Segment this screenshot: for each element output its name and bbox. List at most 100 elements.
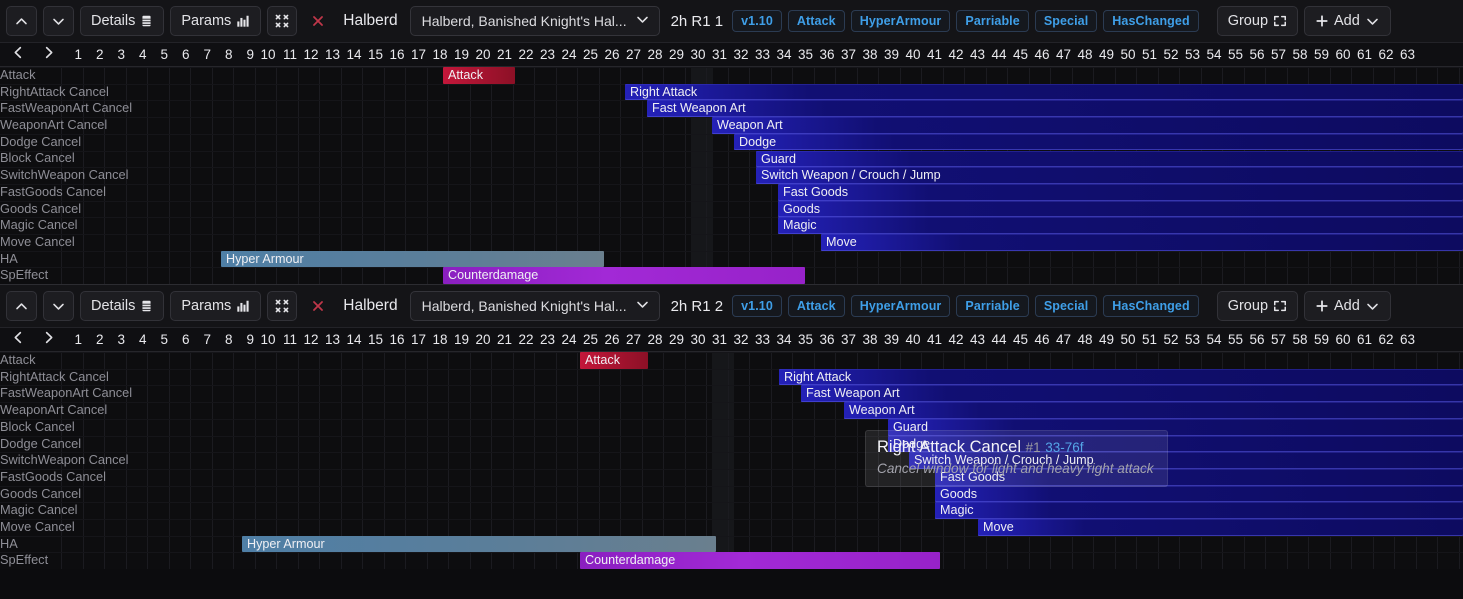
timeline-bar[interactable]: Move [978,519,1463,536]
ruler-tick: 8 [224,331,233,347]
next-frame-button[interactable] [38,44,58,66]
ruler-tick: 30 [690,331,706,347]
plus-icon [1315,299,1329,313]
timeline-bar[interactable]: Right Attack [625,83,1463,101]
timeline-bar[interactable]: Counterdamage [443,267,805,285]
ruler-tick: 14 [346,331,362,347]
params-button[interactable]: Params [170,291,262,322]
tag-chip[interactable]: Parriable [956,10,1029,32]
ruler-tick: 26 [604,331,620,347]
timeline-bar[interactable]: Weapon Art [844,402,1463,419]
tag-chip[interactable]: Attack [787,295,845,318]
ruler-tick: 37 [840,46,856,62]
timeline-bar[interactable]: Dodge [734,133,1463,151]
params-button[interactable]: Params [170,6,262,36]
close-panel-button[interactable] [303,291,333,321]
ruler-tick: 60 [1335,331,1351,347]
timeline-bar[interactable]: Right Attack [779,368,1463,386]
weapon-select[interactable]: Halberd, Banished Knight's Hal... [409,6,660,36]
next-frame-button[interactable] [38,329,58,351]
ruler-tick: 20 [475,46,491,62]
chevron-down-icon [635,12,650,30]
timeline-bar[interactable]: Magic [935,502,1463,520]
collapse-button[interactable] [267,291,298,322]
details-button[interactable]: Details [80,291,165,322]
ruler-tick: 41 [926,46,942,62]
tag-chip[interactable]: Special [1034,295,1098,318]
tag-chip[interactable]: v1.10 [732,295,782,318]
ruler-tick: 36 [819,46,835,62]
ruler-tick: 27 [625,331,641,347]
ruler-tick: 30 [690,46,706,62]
book-icon [140,299,153,313]
timeline-bar[interactable]: Fast Goods [778,183,1463,201]
ruler-tick: 61 [1356,331,1372,347]
timeline-bar[interactable]: Counterdamage [580,552,940,570]
group-button[interactable]: Group [1216,291,1299,322]
ruler-tick: 63 [1399,331,1415,347]
ruler-tick: 46 [1034,331,1050,347]
ruler-tick: 33 [754,331,770,347]
moveset-timeline-app: Details Params Halberd Halberd, Banished Kn… [0,0,1463,599]
tag-chip[interactable]: HyperArmour [850,10,951,32]
timeline-bar[interactable]: Move [821,234,1463,251]
ruler-tick: 40 [905,46,921,62]
collapse-icon [275,299,289,313]
ruler-tick: 23 [539,46,555,62]
close-panel-button[interactable] [303,6,333,36]
move-up-button[interactable] [6,6,37,36]
timeline-bar[interactable]: Fast Weapon Art [801,385,1463,403]
prev-frame-button[interactable] [8,44,28,66]
move-down-button[interactable] [43,291,74,322]
timeline-bar[interactable]: Attack [443,67,515,84]
timeline-panel: Details Params Halberd Halberd, Banished Kn… [0,285,1463,570]
timeline-bar[interactable]: Switch Weapon / Crouch / Jump [909,452,1463,469]
timeline-bar[interactable]: Fast Weapon Art [647,100,1463,118]
timeline-bar[interactable]: Dodge [888,435,1463,453]
group-label: Group [1227,298,1269,315]
timeline-bar[interactable]: Fast Goods [935,468,1463,486]
timeline-bar[interactable]: Hyper Armour [221,250,604,268]
timeline-bar[interactable]: Attack [580,352,648,369]
details-label: Details [91,298,136,315]
grid-line-horizontal [0,250,1463,252]
add-label: Add [1334,298,1360,315]
weapon-select[interactable]: Halberd, Banished Knight's Hal... [409,291,660,322]
details-button[interactable]: Details [80,6,165,36]
ruler-tick: 29 [668,331,684,347]
grid-line-horizontal [0,352,1463,354]
tag-chip[interactable]: HyperArmour [850,295,951,318]
ruler-nav [0,328,68,352]
timeline-bar[interactable]: Weapon Art [712,117,1463,134]
timeline-bar[interactable]: Guard [756,150,1463,168]
tag-chip[interactable]: v1.10 [732,10,782,32]
group-button[interactable]: Group [1216,6,1299,36]
ruler-tick: 56 [1249,331,1265,347]
plus-icon [1315,14,1329,28]
tag-chip[interactable]: Attack [787,10,845,32]
timeline-bar[interactable]: Goods [935,485,1463,503]
prev-frame-button[interactable] [8,329,28,351]
timeline-body: Attack Right Attack Fast Weapon Art Weapon … [0,352,1463,570]
weapon-category-label: Halberd [343,297,398,315]
tag-chip[interactable]: Parriable [956,295,1029,318]
ruler-tick: 7 [203,46,211,62]
tag-chip[interactable]: Special [1034,10,1098,32]
ruler-tick: 29 [668,46,684,62]
timeline-bar[interactable]: Goods [778,200,1463,218]
timeline-bar[interactable]: Switch Weapon / Crouch / Jump [756,167,1463,184]
chevron-left-icon [11,45,26,64]
tag-chip[interactable]: HasChanged [1103,10,1199,32]
timeline-bar[interactable]: Guard [888,418,1463,436]
tag-chip[interactable]: HasChanged [1103,295,1199,318]
ruler-nav [0,43,68,67]
timeline-bar[interactable]: Magic [778,217,1463,234]
ruler-tick: 10 [260,46,276,62]
timeline-bar[interactable]: Hyper Armour [242,535,716,553]
add-button[interactable]: Add [1304,6,1391,36]
move-up-button[interactable] [6,291,37,322]
move-down-button[interactable] [43,6,74,36]
chevron-up-icon [14,299,29,314]
add-button[interactable]: Add [1304,291,1391,322]
collapse-button[interactable] [267,6,298,36]
